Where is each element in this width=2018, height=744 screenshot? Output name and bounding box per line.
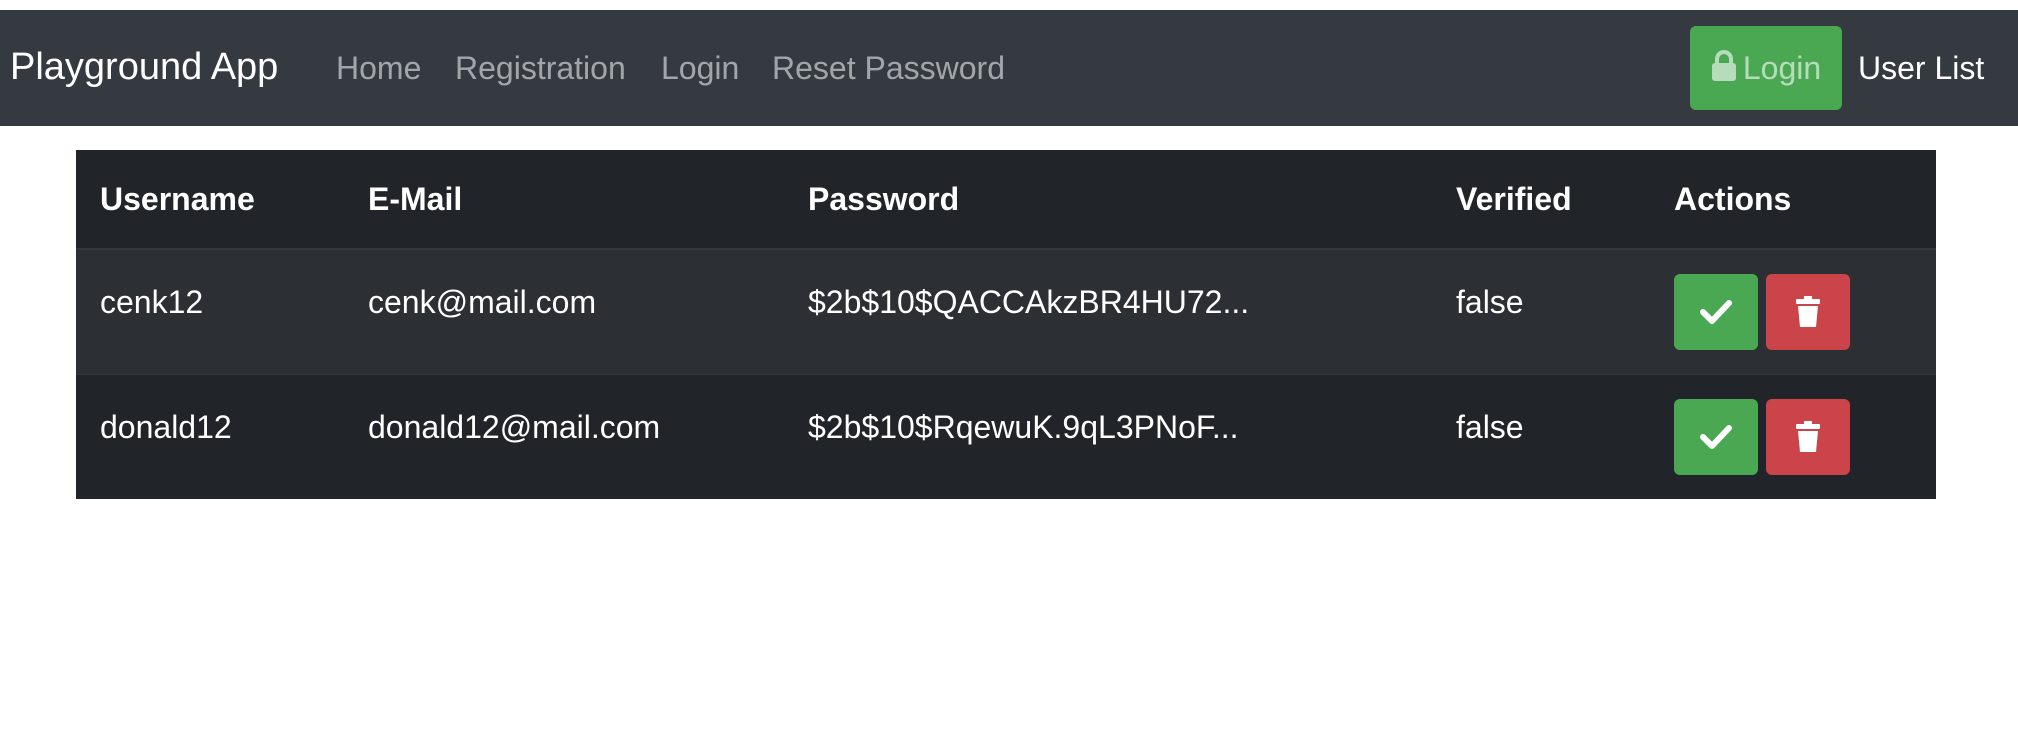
nav-link-login[interactable]: Login [661,52,739,84]
cell-email: donald12@mail.com [368,408,661,445]
header-actions: Actions [1650,150,1936,250]
cell-username: cenk12 [100,283,204,320]
verify-button[interactable] [1674,399,1758,475]
nav-link-home[interactable]: Home [336,52,421,84]
cell-username: donald12 [100,408,232,445]
header-verified: Verified [1432,150,1650,250]
table-row: donald12 donald12@mail.com $2b$10$RqewuK… [76,374,1936,499]
check-icon [1700,300,1732,324]
header-username: Username [76,150,344,250]
cell-email: cenk@mail.com [368,283,597,320]
check-icon [1700,425,1732,449]
table-row: cenk12 cenk@mail.com $2b$10$QACCAkzBR4HU… [76,248,1936,375]
cell-password: $2b$10$QACCAkzBR4HU72... [808,283,1250,320]
cell-verified: false [1456,283,1524,320]
delete-button[interactable] [1766,274,1850,350]
trash-icon [1796,421,1820,452]
header-password: Password [784,150,1432,250]
users-table: Username E-Mail Password Verified Action… [76,150,1936,499]
login-button-label: Login [1742,50,1822,86]
nav-link-registration[interactable]: Registration [455,52,626,84]
lock-icon [1711,49,1737,87]
cell-verified: false [1456,408,1524,445]
login-button[interactable]: Login [1690,26,1842,110]
brand-link[interactable]: Playground App [10,48,278,86]
navbar: Playground App Home Registration Login R… [0,10,2018,126]
nav-link-user-list[interactable]: User List [1858,52,1984,84]
table-header-row: Username E-Mail Password Verified Action… [76,150,1936,250]
top-strip [0,0,2018,10]
nav-link-reset-password[interactable]: Reset Password [772,52,1005,84]
trash-icon [1796,296,1820,327]
verify-button[interactable] [1674,274,1758,350]
header-email: E-Mail [344,150,784,250]
delete-button[interactable] [1766,399,1850,475]
cell-password: $2b$10$RqewuK.9qL3PNoF... [808,408,1239,445]
